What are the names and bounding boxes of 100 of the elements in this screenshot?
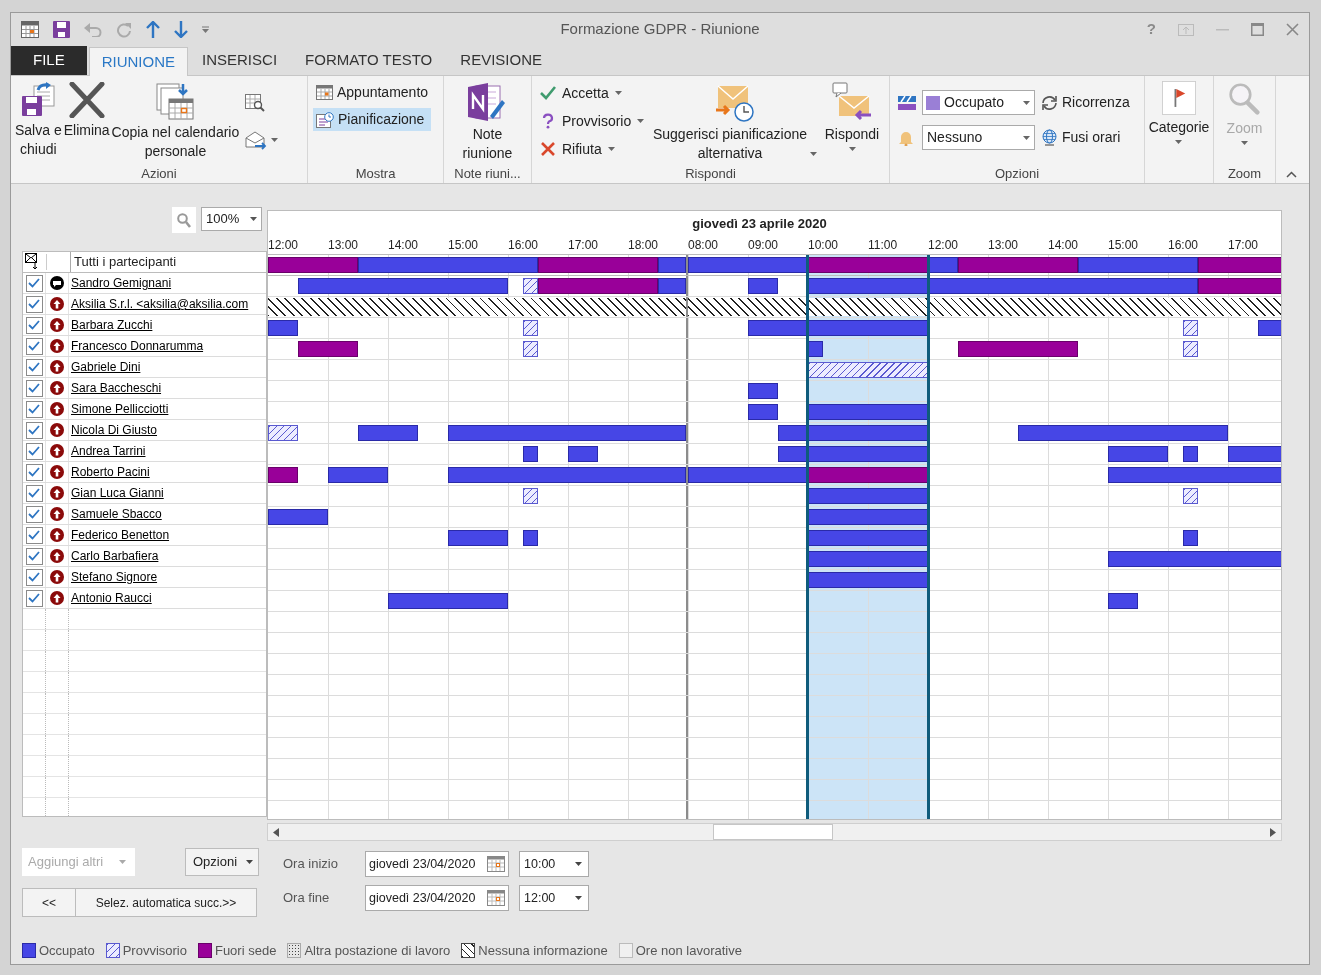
accept-button[interactable]: Accetta <box>540 82 650 104</box>
delete-icon <box>68 82 105 118</box>
required-attendee-icon[interactable] <box>50 570 64 584</box>
attendee-checkbox[interactable] <box>25 400 43 418</box>
tentative-button[interactable]: Provvisorio <box>540 110 650 132</box>
attendee-checkbox[interactable] <box>25 505 43 523</box>
ribbon-tab[interactable]: REVISIONE <box>446 46 556 75</box>
attendee-checkbox[interactable] <box>25 547 43 565</box>
ribbon-tab[interactable]: RIUNIONE <box>88 47 189 76</box>
attendee-link[interactable]: Antonio Raucci <box>71 591 152 605</box>
attendee-link[interactable]: Gian Luca Gianni <box>71 486 164 500</box>
auto-pick-next-button[interactable]: Selez. automatica succ.>> <box>76 888 257 917</box>
required-attendee-icon[interactable] <box>50 423 64 437</box>
horizontal-scrollbar[interactable] <box>267 823 1282 841</box>
copy-to-calendar-button[interactable]: Copia nel calendario personale <box>111 82 240 161</box>
date-field[interactable]: giovedì 23/04/2020 <box>365 851 509 877</box>
date-field[interactable]: giovedì 23/04/2020 <box>365 885 509 911</box>
view-button[interactable]: Appuntamento <box>313 81 432 104</box>
attendee-checkbox[interactable] <box>25 358 43 376</box>
meeting-notes-button[interactable]: Note riunione <box>462 82 513 163</box>
required-attendee-icon[interactable] <box>50 381 64 395</box>
zoom-dropdown[interactable]: 100% <box>201 207 262 231</box>
required-attendee-icon[interactable] <box>50 444 64 458</box>
required-attendee-icon[interactable] <box>50 360 64 374</box>
busy-block <box>748 383 778 399</box>
attendee-checkbox[interactable] <box>25 442 43 460</box>
attendee-link[interactable]: Sandro Gemignani <box>71 276 172 290</box>
attendee-link[interactable]: Andrea Tarrini <box>71 444 146 458</box>
attendee-link[interactable]: Sara Baccheschi <box>71 381 162 395</box>
maximize-icon[interactable] <box>1251 23 1264 36</box>
categorize-button[interactable]: Categorie <box>1148 81 1210 144</box>
time-field[interactable]: 12:00 <box>519 885 589 911</box>
time-zones-button[interactable]: Fusi orari <box>1041 127 1130 148</box>
required-attendee-icon[interactable] <box>50 318 64 332</box>
attendee-checkbox[interactable] <box>25 379 43 397</box>
ribbon-tab[interactable]: FORMATO TESTO <box>291 46 447 75</box>
attendee-checkbox[interactable] <box>25 274 43 292</box>
show-as-dropdown[interactable]: Occupato <box>922 90 1035 115</box>
legend-label: Ore non lavorative <box>635 942 742 960</box>
ribbon-tab[interactable]: FILE <box>11 46 87 75</box>
attendee-link[interactable]: Gabriele Dini <box>71 360 141 374</box>
reminder-dropdown[interactable]: Nessuno <box>922 125 1035 150</box>
required-attendee-icon[interactable] <box>50 297 64 311</box>
attendee-link[interactable]: Carlo Barbafiera <box>71 549 159 563</box>
required-attendee-icon[interactable] <box>50 486 64 500</box>
required-attendee-icon[interactable] <box>50 339 64 353</box>
attendee-checkbox[interactable] <box>25 421 43 439</box>
options-button[interactable]: Opzioni <box>185 848 259 876</box>
down-arrow-icon[interactable] <box>174 21 188 38</box>
attendee-checkbox[interactable] <box>25 463 43 481</box>
attendee-link[interactable]: Simone Pellicciotti <box>71 402 169 416</box>
attendee-checkbox[interactable] <box>25 316 43 334</box>
attendee-checkbox[interactable] <box>25 337 43 355</box>
required-attendee-icon[interactable] <box>50 402 64 416</box>
required-attendee-icon[interactable] <box>50 591 64 605</box>
attendee-link[interactable]: Federico Benetton <box>71 528 170 542</box>
hour-label: 16:00 <box>1168 237 1199 254</box>
attendee-link[interactable]: Samuele Sbacco <box>71 507 162 521</box>
attendee-link[interactable]: Nicola Di Giusto <box>71 423 158 437</box>
customize-icon[interactable] <box>202 26 209 33</box>
attendee-link[interactable]: Roberto Pacini <box>71 465 150 479</box>
attendee-link[interactable]: Francesco Donnarumma <box>71 339 204 353</box>
previous-button[interactable]: << <box>22 888 76 917</box>
collapse-ribbon-icon[interactable] <box>1286 171 1297 178</box>
zoom-search-button[interactable] <box>172 207 196 233</box>
propose-new-time-button[interactable]: Suggerisci pianificazione alternativa <box>650 82 820 163</box>
up-arrow-icon[interactable] <box>146 21 160 38</box>
attendee-checkbox[interactable] <box>25 568 43 586</box>
required-attendee-icon[interactable] <box>50 507 64 521</box>
required-attendee-icon[interactable] <box>50 528 64 542</box>
schedule-icon <box>316 111 334 128</box>
time-field[interactable]: 10:00 <box>519 851 589 877</box>
attendee-checkbox[interactable] <box>25 589 43 607</box>
decline-button[interactable]: Rifiuta <box>540 138 650 160</box>
attendee-link[interactable]: Aksilia S.r.l. <aksilia@aksilia.com <box>71 297 249 311</box>
scrollbar-thumb[interactable] <box>713 824 833 840</box>
view-button[interactable]: Pianificazione <box>313 108 432 131</box>
attendee-link[interactable]: Stefano Signore <box>71 570 158 584</box>
search-icon <box>177 212 191 228</box>
delete-button[interactable]: Elimina <box>63 82 110 140</box>
required-attendee-icon[interactable] <box>50 549 64 563</box>
field-label: Ora inizio <box>283 855 339 874</box>
ribbon-tab[interactable]: INSERISCI <box>188 46 292 75</box>
scroll-left-icon[interactable] <box>273 828 279 837</box>
save-close-button[interactable]: Salva e chiudi <box>15 82 62 159</box>
envelope-sort-icon[interactable] <box>25 253 39 270</box>
close-icon[interactable] <box>1286 23 1299 36</box>
save-icon[interactable] <box>53 21 70 38</box>
respond-button[interactable]: Rispondi <box>820 82 884 151</box>
attendee-link[interactable]: Barbara Zucchi <box>71 318 153 332</box>
recurrence-button[interactable]: Ricorrenza <box>1041 92 1130 113</box>
attendee-checkbox[interactable] <box>25 484 43 502</box>
organizer-icon[interactable] <box>50 276 64 290</box>
attendee-checkbox[interactable] <box>25 295 43 313</box>
forward-button[interactable] <box>245 130 279 150</box>
required-attendee-icon[interactable] <box>50 465 64 479</box>
calendar-icon[interactable] <box>21 21 39 38</box>
scroll-right-icon[interactable] <box>1270 828 1276 837</box>
calendar-search-icon[interactable] <box>245 94 266 112</box>
attendee-checkbox[interactable] <box>25 526 43 544</box>
